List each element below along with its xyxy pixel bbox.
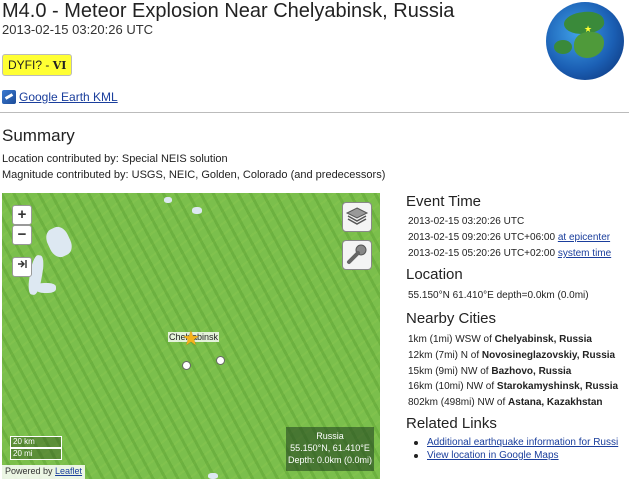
epicenter-time-text: 2013-02-15 09:20:26 UTC+06:00 bbox=[408, 232, 558, 243]
system-time-link[interactable]: system time bbox=[558, 248, 611, 259]
fullscreen-button[interactable] bbox=[12, 257, 32, 277]
zoom-out-button[interactable]: − bbox=[12, 225, 32, 245]
city-marker[interactable] bbox=[182, 361, 191, 370]
scale-bar-km: 20 km bbox=[10, 436, 62, 448]
system-time-text: 2013-02-15 05:20:26 UTC+02:00 bbox=[408, 248, 558, 259]
layers-icon bbox=[345, 207, 369, 225]
page-title: M4.0 - Meteor Explosion Near Chelyabinsk… bbox=[2, 0, 455, 22]
dyfi-label: DYFI? - bbox=[8, 58, 50, 72]
info-coords: 55.150°N, 61.410°E bbox=[290, 443, 370, 453]
fullscreen-icon bbox=[18, 260, 27, 268]
lake bbox=[192, 207, 202, 214]
magnitude-contributor: Magnitude contributed by: USGS, NEIC, Go… bbox=[2, 169, 386, 181]
city-distance: 15km (9mi) NW of bbox=[408, 366, 492, 377]
city-name: Astana, Kazakhstan bbox=[508, 397, 603, 408]
city-name: Chelyabinsk, Russia bbox=[494, 334, 592, 345]
city-distance: 802km (498mi) NW of bbox=[408, 397, 509, 408]
nearby-cities-heading: Nearby Cities bbox=[406, 310, 497, 327]
scale-bar-mi: 20 mi bbox=[10, 448, 62, 460]
lake bbox=[36, 283, 56, 293]
dyfi-badge[interactable]: DYFI? - VI bbox=[2, 54, 73, 76]
event-time-heading: Event Time bbox=[406, 193, 482, 210]
google-maps-link[interactable]: View location in Google Maps bbox=[427, 450, 559, 461]
kml-link-text[interactable]: Google Earth KML bbox=[19, 90, 118, 104]
lake bbox=[42, 223, 76, 261]
related-links-heading: Related Links bbox=[406, 415, 497, 432]
lake bbox=[208, 473, 218, 479]
google-earth-icon bbox=[2, 90, 16, 104]
related-link-item: Additional earthquake information for Ru… bbox=[414, 437, 618, 448]
city-distance: 12km (7mi) N of bbox=[408, 350, 482, 361]
attribution-text: Powered by bbox=[5, 466, 56, 476]
location-contributor: Location contributed by: Special NEIS so… bbox=[2, 153, 228, 165]
globe-thumbnail: ★ bbox=[546, 2, 624, 80]
related-link-item: View location in Google Maps bbox=[414, 450, 559, 461]
list-item: 1km (1mi) WSW of Chelyabinsk, Russia bbox=[408, 334, 592, 345]
city-name: Novosineglazovskiy, Russia bbox=[481, 350, 616, 361]
map-attribution: Powered by Leaflet bbox=[2, 465, 86, 479]
lake bbox=[164, 197, 172, 203]
city-marker[interactable] bbox=[216, 356, 225, 365]
event-time-system: 2013-02-15 05:20:26 UTC+02:00 system tim… bbox=[408, 248, 611, 259]
event-time-utc: 2013-02-15 03:20:26 UTC bbox=[408, 216, 525, 227]
city-name: Bazhovo, Russia bbox=[491, 366, 572, 377]
info-country: Russia bbox=[316, 431, 344, 441]
list-item: 16km (10mi) NW of Starokamyshinsk, Russi… bbox=[408, 381, 618, 392]
location-heading: Location bbox=[406, 266, 463, 283]
zoom-in-button[interactable]: + bbox=[12, 205, 32, 225]
layers-button[interactable] bbox=[342, 202, 372, 232]
divider bbox=[0, 112, 629, 113]
wrench-icon bbox=[347, 244, 367, 264]
city-distance: 1km (1mi) WSW of bbox=[408, 334, 495, 345]
list-item: 12km (7mi) N of Novosineglazovskiy, Russ… bbox=[408, 350, 615, 361]
location-value: 55.150°N 61.410°E depth=0.0km (0.0mi) bbox=[408, 290, 589, 301]
event-datetime: 2013-02-15 03:20:26 UTC bbox=[2, 22, 154, 37]
additional-info-link[interactable]: Additional earthquake information for Ru… bbox=[427, 437, 618, 448]
list-item: 15km (9mi) NW of Bazhovo, Russia bbox=[408, 366, 571, 377]
list-item: 802km (498mi) NW of Astana, Kazakhstan bbox=[408, 397, 603, 408]
dyfi-intensity: VI bbox=[52, 59, 67, 72]
city-distance: 16km (10mi) NW of bbox=[408, 381, 497, 392]
epicenter-star-icon[interactable]: ★ bbox=[182, 326, 200, 351]
google-earth-kml-link[interactable]: Google Earth KML bbox=[2, 90, 118, 104]
at-epicenter-link[interactable]: at epicenter bbox=[558, 232, 610, 243]
event-time-epicenter: 2013-02-15 09:20:26 UTC+06:00 at epicent… bbox=[408, 232, 610, 243]
tools-button[interactable] bbox=[342, 240, 372, 270]
map-location-info: Russia 55.150°N, 61.410°E Depth: 0.0km (… bbox=[286, 427, 374, 471]
summary-heading: Summary bbox=[2, 126, 75, 145]
leaflet-link[interactable]: Leaflet bbox=[55, 466, 82, 476]
info-depth: Depth: 0.0km (0.0mi) bbox=[287, 455, 373, 465]
city-name: Starokamyshinsk, Russia bbox=[496, 381, 619, 392]
